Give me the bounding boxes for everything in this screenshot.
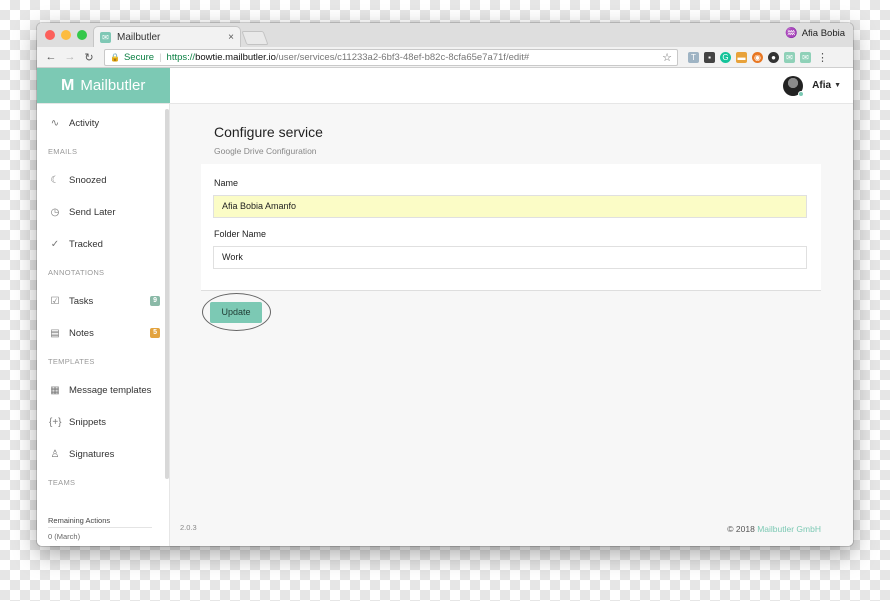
logo-text: Mailbutler: [80, 77, 146, 94]
sidebar-item-label: Tracked: [69, 238, 103, 250]
sidebar-item-tasks[interactable]: ☑ Tasks 9: [37, 285, 169, 317]
url-host: bowtie.mailbutler.io: [195, 51, 276, 63]
avatar[interactable]: [783, 75, 805, 97]
user-name[interactable]: Afia: [812, 80, 831, 91]
chevron-down-icon[interactable]: ▼: [834, 82, 841, 89]
location-extension-icon[interactable]: ●: [768, 51, 779, 63]
browser-toolbar: ← → ↻ 🔒 Secure | https://bowtie.mailbutl…: [37, 47, 853, 68]
shield-extension-icon[interactable]: ◉: [752, 51, 763, 63]
sidebar-item-signatures[interactable]: ♙ Signatures: [37, 438, 169, 470]
sidebar-item-label: Send Later: [69, 206, 116, 218]
sidebar-item-send-later[interactable]: ◷ Send Later: [37, 196, 169, 228]
omnibox-divider: |: [159, 51, 162, 63]
double-check-icon: ✓: [50, 238, 60, 250]
profile-icon: ♒: [785, 28, 798, 39]
security-label: Secure: [123, 51, 155, 63]
remaining-actions-label: Remaining Actions: [48, 514, 152, 528]
remaining-actions: Remaining Actions 0 (March): [37, 514, 163, 546]
new-tab-button[interactable]: [241, 31, 269, 45]
sidebar-item-notes[interactable]: ▤ Notes 5: [37, 317, 169, 349]
url-path: /user/services/c11233a2-6bf3-48ef-b82c-8…: [275, 51, 530, 63]
browser-tab[interactable]: ✉ Mailbutler ×: [93, 26, 241, 47]
sidebar-item-label: Notes: [69, 327, 94, 339]
profile-name: Afia Bobia: [801, 28, 845, 39]
sidebar-item-label: Message templates: [69, 384, 152, 396]
close-window-button[interactable]: [45, 30, 55, 40]
window-controls: [45, 30, 87, 40]
folder-name-label: Folder Name: [214, 229, 267, 239]
bookmark-star-icon[interactable]: ☆: [662, 51, 672, 64]
app-version: 2.0.3: [180, 523, 197, 532]
tab-close-icon[interactable]: ×: [228, 32, 234, 43]
user-menu[interactable]: Afia ▼: [170, 68, 853, 103]
sidebar-item-message-templates[interactable]: ▦ Message templates: [37, 374, 169, 406]
section-teams: TEAMS: [48, 478, 76, 487]
copyright-text: © 2018: [727, 524, 755, 534]
activity-icon: ∿: [50, 117, 60, 129]
folder-extension-icon[interactable]: ▬: [736, 51, 747, 63]
online-status-dot: [798, 90, 805, 97]
snippet-brackets-icon: {+}: [49, 416, 62, 428]
sidebar-item-label: Snippets: [69, 416, 106, 428]
browser-window: ✉ Mailbutler × ♒ Afia Bobia ← → ↻ 🔒 Secu…: [37, 23, 853, 546]
grammarly-icon[interactable]: G: [720, 51, 731, 63]
sidebar-item-label: Tasks: [69, 295, 94, 307]
template-icon: ▦: [50, 384, 60, 396]
mailbutler-favicon-icon: ✉: [100, 31, 111, 43]
update-button[interactable]: Update: [210, 302, 262, 323]
translate-extension-icon[interactable]: T: [688, 51, 699, 63]
forward-icon[interactable]: →: [62, 51, 78, 63]
mailbutler-logo-icon: M: [61, 76, 75, 94]
copyright: © 2018 Mailbutler GmbH: [727, 524, 821, 534]
checkbox-icon: ☑: [50, 295, 60, 307]
lock-icon: 🔒: [110, 52, 120, 62]
page-title: Configure service: [214, 124, 323, 140]
folder-name-field[interactable]: Work: [213, 246, 807, 269]
name-field[interactable]: Afia Bobia Amanfo: [213, 195, 807, 218]
app-body: ∿ Activity EMAILS ☾ Snoozed ◷ Send Later…: [37, 104, 853, 546]
note-icon: ▤: [50, 327, 60, 339]
browser-profile[interactable]: ♒ Afia Bobia: [785, 28, 845, 39]
tasks-count-badge: 9: [150, 296, 160, 306]
sidebar-item-activity[interactable]: ∿ Activity: [37, 107, 169, 139]
section-annotations: ANNOTATIONS: [48, 268, 105, 277]
section-templates: TEMPLATES: [48, 357, 95, 366]
signature-user-icon: ♙: [50, 448, 60, 460]
app-header: M Mailbutler Afia ▼: [37, 68, 853, 104]
sidebar-item-label: Snoozed: [69, 174, 107, 186]
browser-menu-icon[interactable]: ⋮: [817, 51, 828, 64]
snooze-moon-icon: ☾: [50, 174, 60, 186]
clock-icon: ◷: [50, 206, 60, 218]
sidebar: ∿ Activity EMAILS ☾ Snoozed ◷ Send Later…: [37, 104, 170, 546]
name-label: Name: [214, 178, 239, 188]
tab-strip: ✉ Mailbutler × ♒ Afia Bobia: [37, 23, 853, 47]
puzzle-extension-icon[interactable]: ▪: [704, 51, 715, 63]
minimize-window-button[interactable]: [61, 30, 71, 40]
mailbutler-extension-icon[interactable]: ✉: [784, 51, 795, 63]
app-logo[interactable]: M Mailbutler: [37, 68, 170, 103]
address-bar[interactable]: 🔒 Secure | https://bowtie.mailbutler.io /…: [104, 48, 678, 66]
sidebar-item-tracked[interactable]: ✓ Tracked: [37, 228, 169, 260]
extension-icons: T ▪ G ▬ ◉ ● ✉ ✉: [688, 51, 811, 63]
reload-icon[interactable]: ↻: [81, 51, 97, 64]
mailbutler-extension-icon-2[interactable]: ✉: [800, 51, 811, 63]
tab-title: Mailbutler: [117, 31, 161, 43]
sidebar-item-snippets[interactable]: {+} Snippets: [37, 406, 169, 438]
sidebar-item-label: Activity: [69, 117, 100, 129]
sidebar-item-snoozed[interactable]: ☾ Snoozed: [37, 164, 169, 196]
page-subtitle: Google Drive Configuration: [214, 146, 317, 156]
sidebar-item-label: Signatures: [69, 448, 115, 460]
notes-count-badge: 5: [150, 328, 160, 338]
url-protocol: https://: [166, 51, 196, 63]
section-emails: EMAILS: [48, 147, 78, 156]
remaining-actions-value: 0 (March): [48, 532, 81, 541]
main-content: Configure service Google Drive Configura…: [170, 104, 853, 546]
back-icon[interactable]: ←: [43, 51, 59, 63]
sidebar-scrollbar[interactable]: [165, 109, 169, 479]
zoom-window-button[interactable]: [77, 30, 87, 40]
company-link[interactable]: Mailbutler GmbH: [757, 524, 821, 534]
service-form: Name Afia Bobia Amanfo Folder Name Work: [201, 164, 821, 291]
